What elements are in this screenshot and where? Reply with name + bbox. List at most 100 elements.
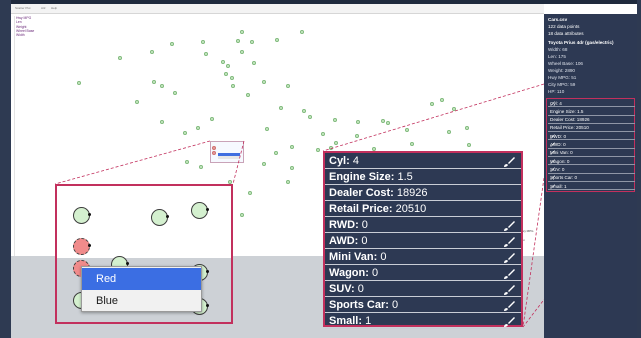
data-point[interactable] [279,106,283,110]
data-point[interactable] [73,207,91,224]
data-point[interactable] [356,120,360,124]
data-point[interactable] [290,166,294,170]
attribute-label: Engine Size: 1.5 [329,170,413,184]
data-point[interactable] [333,118,337,122]
data-point[interactable] [440,98,444,102]
brush-icon[interactable] [550,175,555,180]
data-point[interactable] [191,202,209,219]
sidebar-attribute-row: Small: 1 [548,183,635,191]
toolbar-tab[interactable]: Help [51,6,57,10]
attribute-value: 0 [380,251,387,263]
data-point[interactable] [152,80,156,84]
attribute-name: Engine Size: [329,171,395,183]
brush-icon[interactable] [550,142,555,147]
data-point[interactable] [275,38,279,42]
brush-icon[interactable] [503,299,515,311]
data-point[interactable] [196,126,200,130]
brush-icon[interactable] [503,267,515,279]
brush-icon[interactable] [503,251,515,263]
brush-icon[interactable] [550,100,555,106]
data-point[interactable] [240,213,244,217]
data-point[interactable] [467,143,471,147]
detail-line: Hwy MPG: 51 [548,75,577,80]
data-point[interactable] [173,91,177,95]
data-point[interactable] [274,151,278,155]
menu-item-blue[interactable]: Blue [82,290,201,312]
toolbar-tab[interactable]: Attr [41,6,46,10]
data-point[interactable] [308,115,312,119]
brush-icon[interactable] [550,134,555,139]
attribute-value: 4 [352,155,359,167]
brush-icon[interactable] [550,150,555,155]
data-point[interactable] [150,50,154,54]
data-point[interactable] [250,40,254,44]
data-point[interactable] [265,127,269,131]
data-point[interactable] [405,128,409,132]
data-point[interactable] [240,30,244,34]
data-point[interactable] [252,61,256,65]
data-point[interactable] [226,64,230,68]
data-point[interactable] [316,148,320,152]
data-point[interactable] [262,80,266,84]
data-point[interactable] [465,126,469,130]
data-point[interactable] [302,109,306,113]
data-point[interactable] [160,120,164,124]
detail-line: Wheel Base: 106 [548,61,583,66]
highlighted-point[interactable] [212,151,216,155]
sidebar-attribute-row: Sports Car: 0 [548,175,635,182]
data-point[interactable] [381,119,385,123]
legend-item[interactable]: Width [16,33,34,37]
data-point[interactable] [199,165,203,169]
data-point[interactable] [447,130,451,134]
brush-icon[interactable] [503,155,515,167]
brush-icon[interactable] [550,183,555,189]
brush-icon[interactable] [503,219,515,231]
data-point[interactable] [240,50,244,54]
menu-item-red[interactable]: Red [82,268,201,290]
data-point[interactable] [170,42,174,46]
brush-icon[interactable] [550,167,555,172]
toolbar-tab[interactable]: Scatter Plot [15,6,31,10]
data-point[interactable] [430,102,434,106]
data-point[interactable] [201,40,205,44]
data-point[interactable] [334,141,338,145]
attribute-name: Small: [329,315,363,327]
data-point[interactable] [77,81,81,85]
brush-icon[interactable] [503,235,515,247]
data-point[interactable] [262,162,266,166]
data-point[interactable] [321,132,325,136]
data-point[interactable] [231,84,235,88]
data-point[interactable] [286,180,290,184]
data-point[interactable] [355,134,359,138]
attribute-name: SUV: [329,283,355,295]
highlighted-point[interactable] [212,146,216,150]
data-point[interactable] [160,84,164,88]
data-point[interactable] [286,84,290,88]
data-point[interactable] [185,160,189,164]
data-point[interactable] [230,76,234,80]
brush-icon[interactable] [550,159,555,164]
attribute-label: AWD: 0 [329,234,368,248]
data-point[interactable] [221,60,225,64]
data-point[interactable] [118,56,122,60]
data-point[interactable] [452,107,456,111]
brush-icon[interactable] [503,283,515,295]
data-point[interactable] [183,131,187,135]
data-point[interactable] [224,72,228,76]
data-point[interactable] [329,146,333,150]
data-point[interactable] [290,145,294,149]
data-point[interactable] [210,117,214,121]
data-point[interactable] [386,121,390,125]
data-point[interactable] [151,209,169,226]
data-point[interactable] [248,191,252,195]
brush-icon[interactable] [503,315,515,327]
data-point[interactable] [246,93,250,97]
data-point[interactable] [236,39,240,43]
data-point[interactable] [300,30,304,34]
plot-legend: Hwy MPG Len Weight Wheel Base Width [16,16,34,37]
data-point[interactable] [410,142,414,146]
data-point[interactable] [135,100,139,104]
data-point[interactable] [204,52,208,56]
highlighted-point[interactable] [73,238,91,255]
attribute-value: 0 [361,235,368,247]
